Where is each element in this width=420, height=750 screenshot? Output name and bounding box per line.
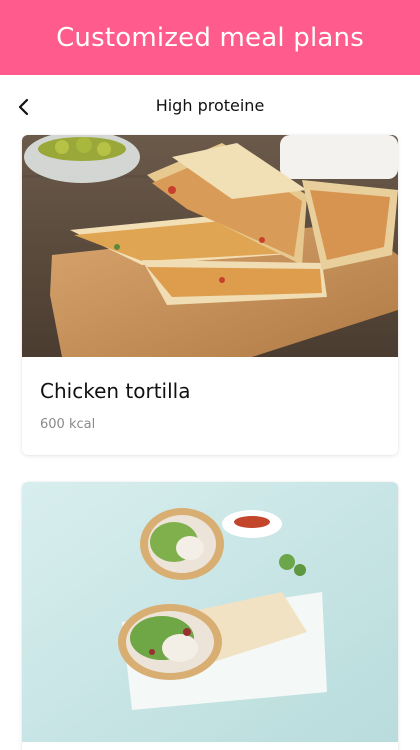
back-button[interactable]	[12, 95, 36, 119]
page-title: High proteine	[155, 95, 265, 115]
meal-card-chicken-wrap[interactable]	[22, 482, 398, 750]
promo-banner: Customized meal plans	[0, 0, 420, 75]
banner-title: Customized meal plans	[56, 22, 364, 53]
chevron-left-icon	[18, 98, 29, 116]
meal-calories: 600 kcal	[40, 417, 96, 432]
meal-photo	[22, 135, 398, 357]
meal-name: Chicken tortilla	[40, 379, 191, 403]
meal-photo	[22, 482, 398, 742]
nav-bar: High proteine	[0, 75, 420, 135]
meal-info: Chicken tortilla 600 kcal	[22, 357, 398, 432]
meal-card-chicken-tortilla[interactable]: Chicken tortilla 600 kcal	[22, 135, 398, 455]
